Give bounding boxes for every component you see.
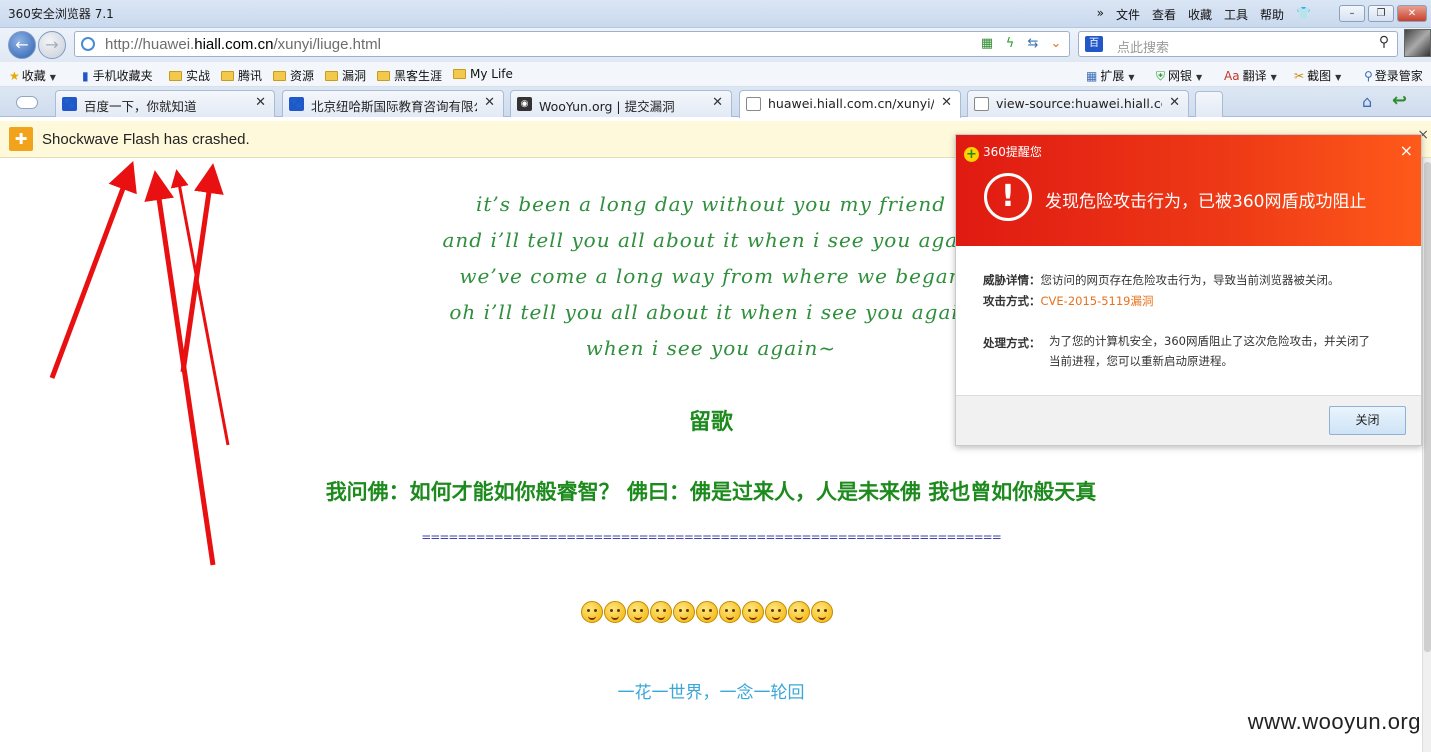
close-icon[interactable]: × [1400,141,1413,160]
warning-icon: ! [984,173,1032,221]
threat-details-row: 威胁详情：您访问的网页存在危险攻击行为，导致当前浏览器被关闭。 [983,272,1340,288]
annotation-arrow [180,163,224,373]
alert-header: +360提醒您 × ! 发现危险攻击行为，已被360网盾成功阻止 [956,135,1421,246]
cve-link[interactable]: CVE-2015-5119漏洞 [1041,294,1154,308]
alert-footer: 关闭 [956,395,1421,445]
handling-value: 为了您的计算机安全，360网盾阻止了这次危险攻击，并关闭了当前进程，您可以重新启… [1049,334,1370,368]
annotation-arrow [144,170,216,566]
threat-details-value: 您访问的网页存在危险攻击行为，导致当前浏览器被关闭。 [1040,273,1340,287]
alert-brand-label: 360提醒您 [983,145,1042,159]
360-logo-icon: + [964,147,979,162]
handling-label-row: 处理方式： [983,335,1041,351]
close-button[interactable]: 关闭 [1329,406,1406,435]
threat-details-label: 威胁详情： [983,273,1041,287]
attack-type-row: 攻击方式：CVE-2015-5119漏洞 [983,293,1154,309]
attack-type-label: 攻击方式： [983,294,1041,308]
handling-label: 处理方式： [983,336,1041,350]
security-alert-dialog: +360提醒您 × ! 发现危险攻击行为，已被360网盾成功阻止 威胁详情：您访… [955,134,1422,446]
annotation-arrow [49,160,137,379]
alert-brand: +360提醒您 [964,143,1042,162]
alert-headline: 发现危险攻击行为，已被360网盾成功阻止 [1045,192,1367,212]
watermark: www.wooyun.org [1247,709,1421,734]
